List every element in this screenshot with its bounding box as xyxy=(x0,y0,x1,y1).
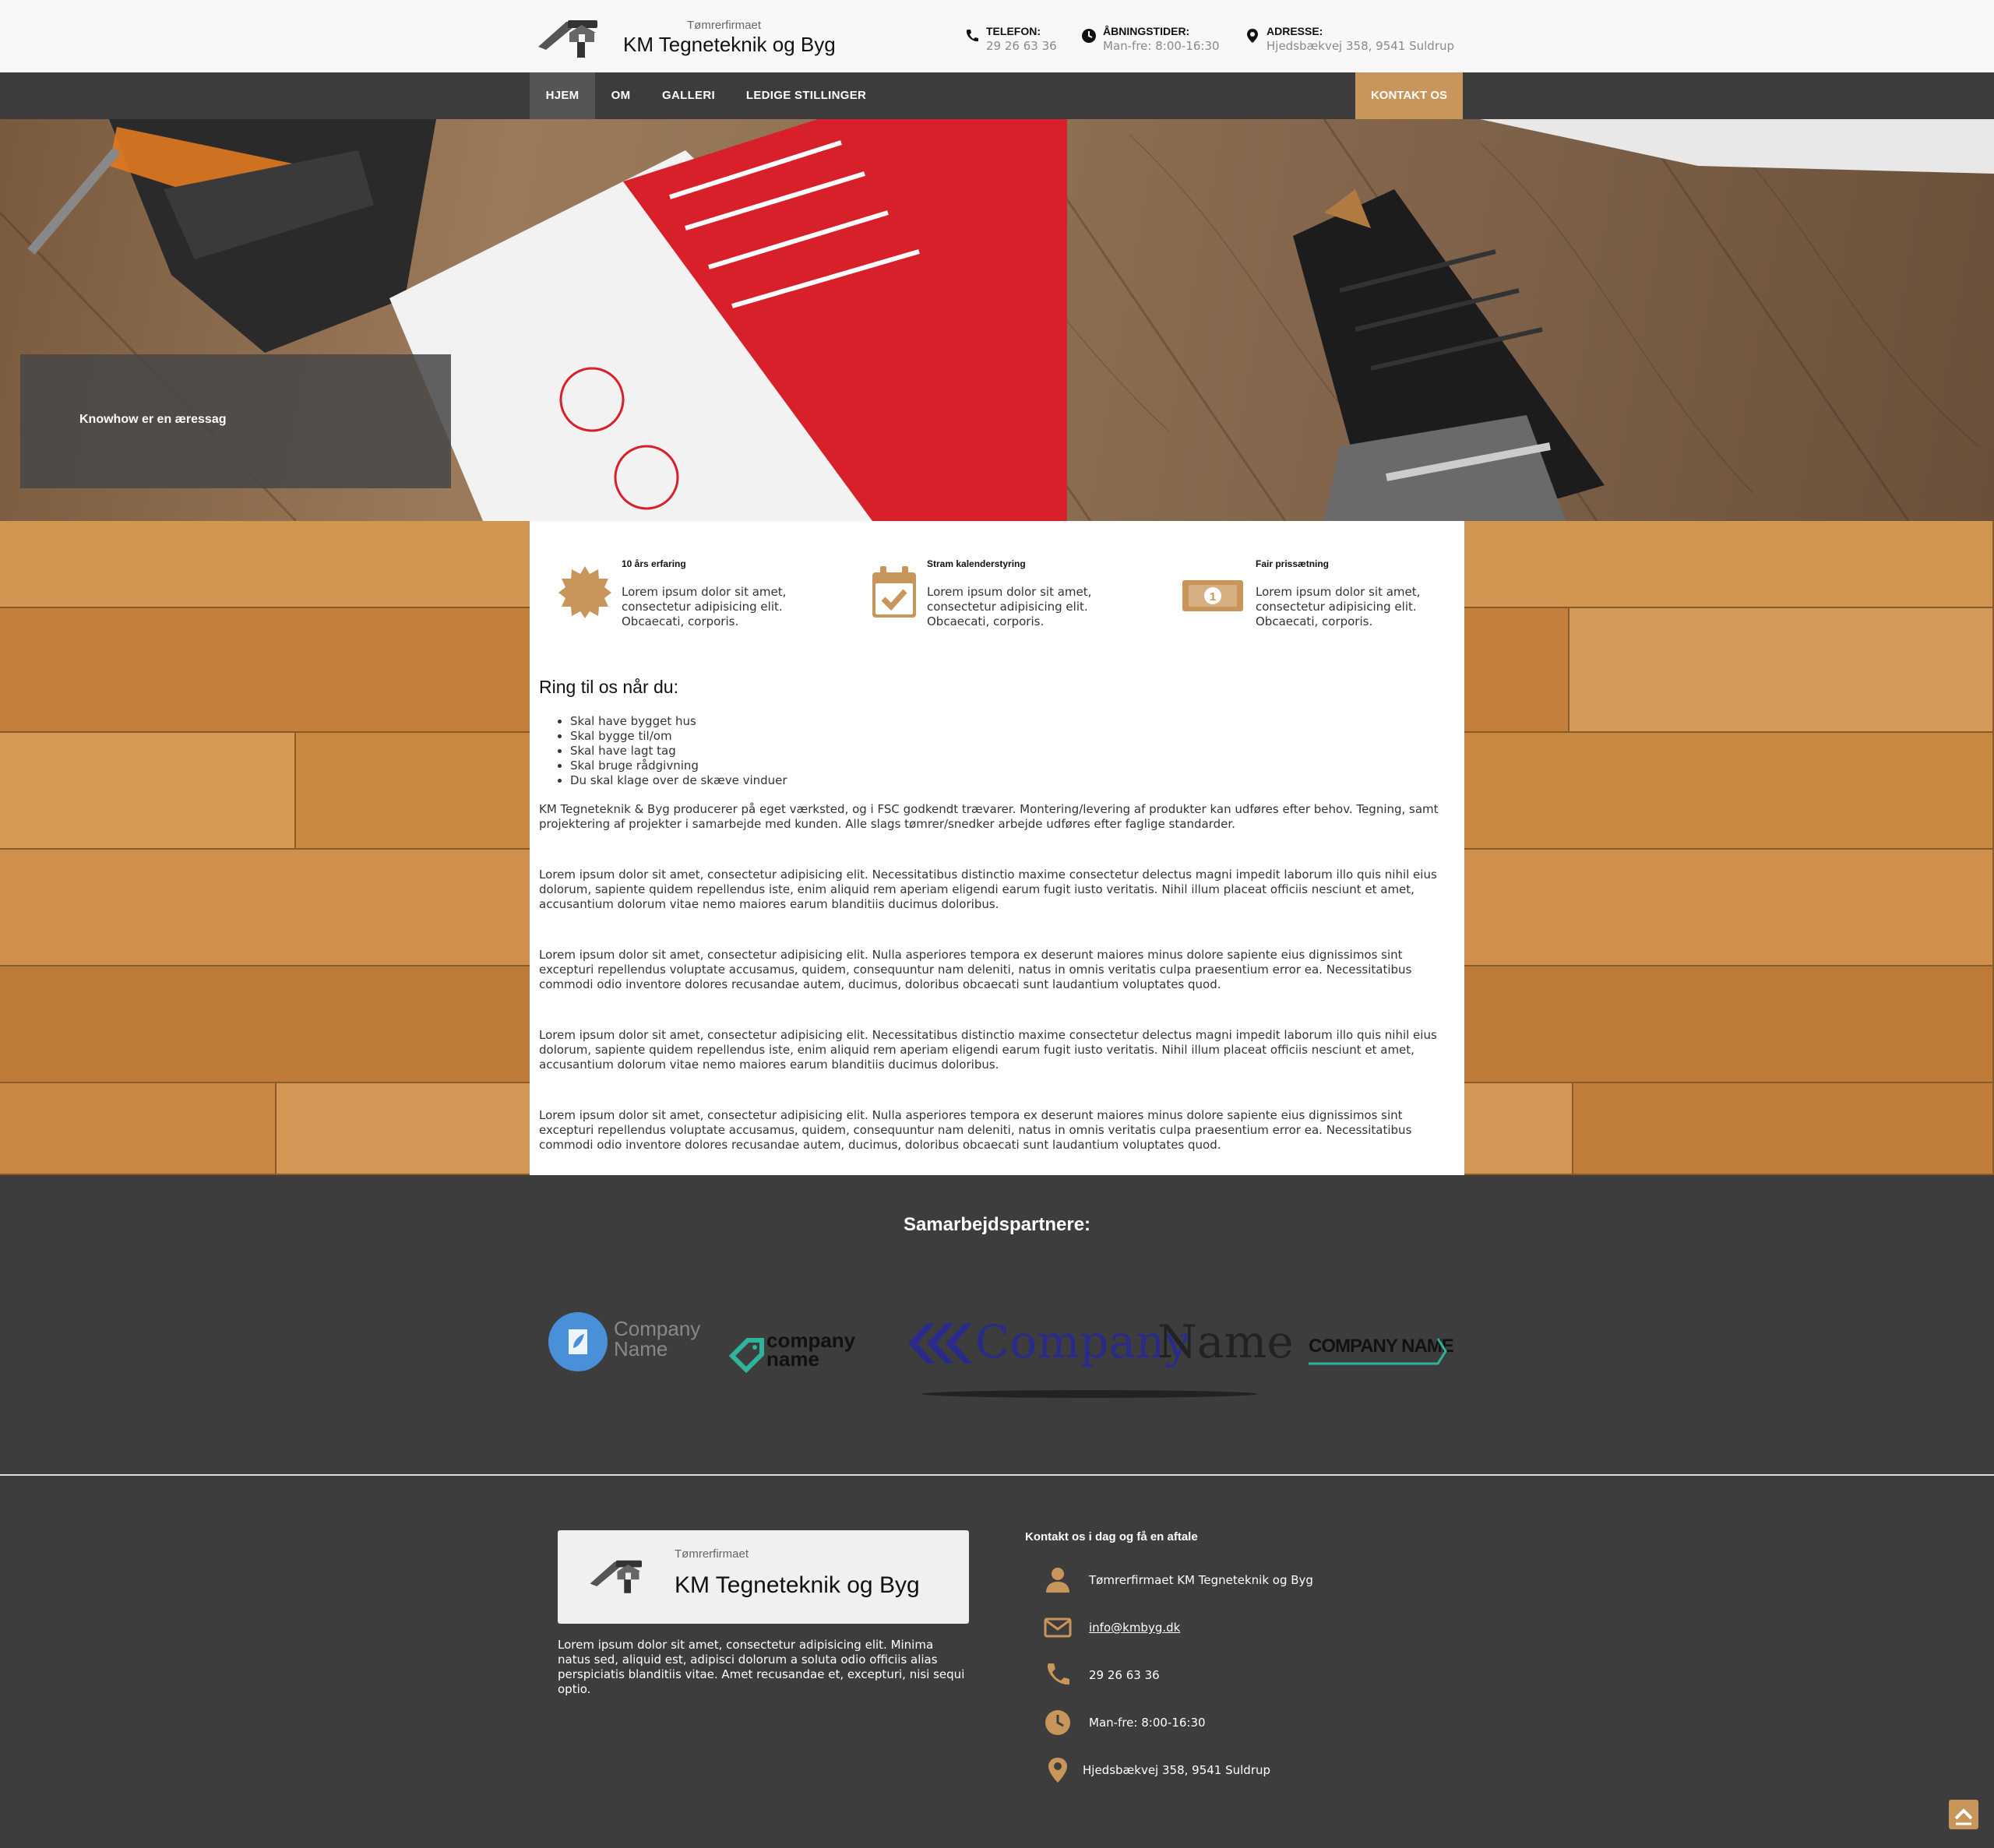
nav-item-ledige-stillinger[interactable]: LEDIGE STILLINGER xyxy=(737,72,875,119)
paragraph-intro: KM Tegneteknik & Byg producerer på eget … xyxy=(539,802,1439,831)
money-bill-icon: 1 xyxy=(1182,580,1243,611)
footer-description: Lorem ipsum dolor sit amet, consectetur … xyxy=(558,1638,965,1696)
list-item: Skal bruge rådgivning xyxy=(570,759,787,773)
contact-button[interactable]: KONTAKT OS xyxy=(1355,72,1463,119)
phone-icon xyxy=(1047,1663,1069,1685)
logo-shadow xyxy=(922,1390,1257,1398)
partner-logo-text: Name xyxy=(614,1337,668,1360)
contact-address: Hjedsbækvej 358, 9541 Suldrup xyxy=(1083,1763,1271,1777)
shield-logo-icon xyxy=(548,1312,608,1371)
feature-title: Stram kalenderstyring xyxy=(927,558,1026,569)
map-marker-icon xyxy=(1247,29,1258,43)
hero-banner: Knowhow er en æressag xyxy=(0,119,1994,521)
main-content: 10 års erfaring Lorem ipsum dolor sit am… xyxy=(530,521,1464,1175)
ring-list: Skal have bygget hus Skal bygge til/om S… xyxy=(570,714,787,788)
hero-tagline-box: Knowhow er en æressag xyxy=(20,354,451,488)
hero-tagline: Knowhow er en æressag xyxy=(79,413,227,426)
partners-section: Samarbejdspartnere: Company Name company… xyxy=(0,1175,1994,1474)
header-phone[interactable]: TELEFON: 29 26 63 36 xyxy=(964,23,1073,56)
footer-contact-title: Kontakt os i dag og få en aftale xyxy=(1025,1530,1198,1544)
address-value: Hjedsbækvej 358, 9541 Suldrup xyxy=(1267,39,1455,53)
paragraph: Lorem ipsum dolor sit amet, consectetur … xyxy=(539,1028,1437,1072)
hours-value: Man-fre: 8:00-16:30 xyxy=(1103,39,1220,53)
hammer-house-logo-icon xyxy=(590,1560,642,1593)
badge-icon xyxy=(558,566,611,618)
calendar-check-icon xyxy=(872,566,916,618)
address-label: ADRESSE: xyxy=(1267,25,1323,37)
partner-logo-1[interactable]: Company Name xyxy=(547,1309,700,1375)
partner-logo-3[interactable]: Company Name xyxy=(904,1315,1294,1401)
contact-phone: 29 26 63 36 xyxy=(1089,1668,1160,1682)
partner-logo-4[interactable]: COMPANY NAME xyxy=(1309,1332,1454,1371)
logo-tagline: Tømrerfirmaet xyxy=(675,1547,749,1561)
logo-company-name: KM Tegneteknik og Byg xyxy=(675,1572,920,1598)
partner-logo-2[interactable]: company name xyxy=(727,1330,868,1378)
feature-text: Lorem ipsum dolor sit amet, consectetur … xyxy=(622,585,787,628)
feature-calendar: Stram kalenderstyring Lorem ipsum dolor … xyxy=(869,558,1165,644)
main-nav: HJEM OM GALLERI LEDIGE STILLINGER KONTAK… xyxy=(0,72,1994,119)
paragraph: Lorem ipsum dolor sit amet, consectetur … xyxy=(539,948,1412,991)
arrow-logo-icon xyxy=(1309,1338,1447,1365)
hours-label: ÅBNINGSTIDER: xyxy=(1103,25,1190,37)
paragraph: Lorem ipsum dolor sit amet, consectetur … xyxy=(539,1108,1412,1152)
back-to-top-button[interactable] xyxy=(1949,1800,1978,1829)
nav-item-galleri[interactable]: GALLERI xyxy=(651,72,726,119)
chevrons-logo-icon xyxy=(908,1323,972,1364)
header-address: ADRESSE: Hjedsbækvej 358, 9541 Suldrup xyxy=(1245,23,1463,56)
hammer-house-logo-icon xyxy=(538,20,597,58)
feature-title: Fair prissætning xyxy=(1256,558,1330,569)
site-logo[interactable]: Tømrerfirmaet KM Tegneteknik og Byg xyxy=(535,14,847,61)
feature-pricing: 1 Fair prissætning Lorem ipsum dolor sit… xyxy=(1181,558,1477,644)
phone-label: TELEFON: xyxy=(986,25,1041,37)
feature-title: 10 års erfaring xyxy=(622,558,686,569)
contact-email-link[interactable]: info@kmbyg.dk xyxy=(1089,1621,1180,1635)
svg-text:1: 1 xyxy=(1210,590,1216,604)
envelope-icon xyxy=(1044,1617,1072,1638)
nav-item-om[interactable]: OM xyxy=(601,72,640,119)
logo-tagline: Tømrerfirmaet xyxy=(687,19,761,32)
contact-name: Tømrerfirmaet KM Tegneteknik og Byg xyxy=(1089,1573,1313,1587)
paragraph: Lorem ipsum dolor sit amet, consectetur … xyxy=(539,868,1437,911)
clock-icon xyxy=(1082,29,1096,43)
logo-company-name: KM Tegneteknik og Byg xyxy=(623,33,836,56)
partner-logo-text: Company xyxy=(614,1317,701,1340)
user-icon xyxy=(1046,1568,1069,1593)
nav-item-hjem[interactable]: HJEM xyxy=(530,72,595,119)
list-item: Skal bygge til/om xyxy=(570,729,787,744)
list-item: Skal have lagt tag xyxy=(570,744,787,759)
partners-title: Samarbejdspartnere: xyxy=(903,1214,1091,1235)
clock-icon xyxy=(1045,1710,1070,1735)
top-header: Tømrerfirmaet KM Tegneteknik og Byg TELE… xyxy=(0,0,1994,72)
chevron-up-icon xyxy=(1954,1808,1973,1825)
footer-logo[interactable]: Tømrerfirmaet KM Tegneteknik og Byg xyxy=(558,1530,969,1624)
list-item: Skal have bygget hus xyxy=(570,714,787,729)
ring-title: Ring til os når du: xyxy=(539,677,678,697)
contact-hours: Man-fre: 8:00-16:30 xyxy=(1089,1716,1206,1730)
feature-text: Lorem ipsum dolor sit amet, consectetur … xyxy=(1256,585,1421,628)
feature-text: Lorem ipsum dolor sit amet, consectetur … xyxy=(927,585,1092,628)
partner-logo-text: Name xyxy=(1157,1315,1294,1368)
list-item: Du skal klage over de skæve vinduer xyxy=(570,773,787,788)
feature-experience: 10 års erfaring Lorem ipsum dolor sit am… xyxy=(558,558,854,644)
header-hours: ÅBNINGSTIDER: Man-fre: 8:00-16:30 xyxy=(1081,23,1229,56)
tag-logo-icon xyxy=(728,1338,764,1374)
footer: Tømrerfirmaet KM Tegneteknik og Byg Lore… xyxy=(0,1476,1994,1848)
map-marker-icon xyxy=(1048,1758,1067,1783)
phone-icon xyxy=(966,30,978,42)
partner-logo-text: name xyxy=(766,1347,819,1371)
phone-value: 29 26 63 36 xyxy=(986,39,1057,53)
